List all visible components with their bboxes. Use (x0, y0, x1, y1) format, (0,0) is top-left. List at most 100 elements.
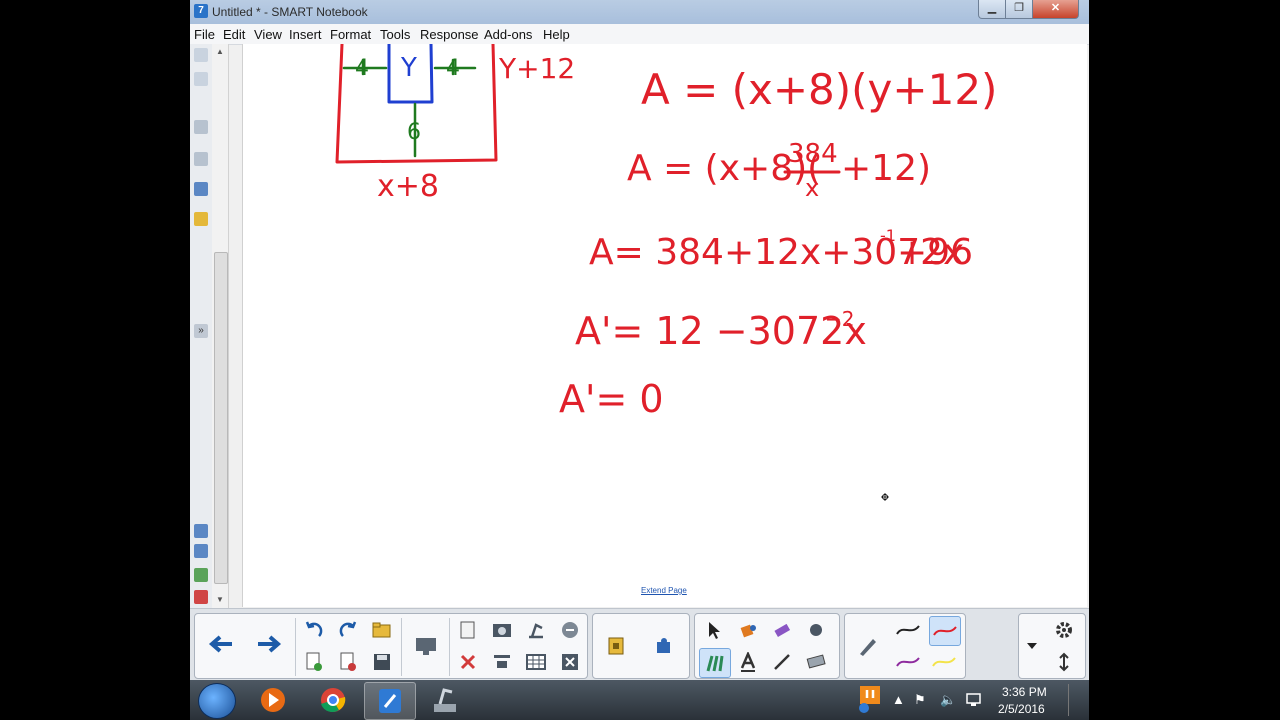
notebook-page-canvas[interactable]: 4 4 6 Y Y+12 x+8 A = (x+8)(y+12) A = (x+… (242, 42, 1087, 607)
equation-derivative: A'= 12 −3072x (575, 309, 867, 353)
tray-expand-icon[interactable]: ▲ (892, 692, 905, 707)
screen-capture-icon[interactable] (487, 616, 517, 644)
menu-view[interactable]: View (254, 27, 282, 42)
title-bar: 7 Untitled * - SMART Notebook ▁ ❐ ✕ (190, 0, 1089, 24)
taskbar-chrome[interactable] (308, 682, 358, 718)
redo-icon[interactable] (333, 616, 363, 644)
paste-icon[interactable] (453, 616, 483, 644)
right-margin-label: 4 (446, 56, 460, 81)
taskbar-smart-notebook[interactable] (364, 682, 416, 720)
taskbar-media-player[interactable] (248, 682, 298, 718)
equation-fraction-numerator: 384 (788, 139, 838, 169)
select-arrow-icon[interactable] (699, 616, 729, 644)
notification-warning-icon[interactable] (858, 684, 882, 717)
menu-insert[interactable]: Insert (289, 27, 322, 42)
line-icon[interactable] (767, 648, 797, 676)
document-camera-icon[interactable] (521, 616, 551, 644)
toolbar-group-settings (1018, 613, 1086, 679)
left-margin-label: 4 (355, 56, 369, 81)
display-icon[interactable] (487, 648, 517, 676)
menu-tools[interactable]: Tools (380, 27, 410, 42)
page-back-icon[interactable] (194, 524, 208, 538)
taskbar-document-camera[interactable] (420, 682, 470, 718)
extend-page-link[interactable]: Extend Page (641, 586, 687, 595)
forward-arrow-icon[interactable] (251, 630, 287, 658)
pen-black-icon[interactable] (893, 616, 923, 644)
menu-add-ons[interactable]: Add-ons (484, 27, 532, 42)
gallery-icon[interactable] (194, 72, 208, 86)
window-title: Untitled * - SMART Notebook (212, 5, 368, 19)
eraser-tool-icon[interactable] (801, 648, 831, 676)
clock-time[interactable]: 3:36 PM (1002, 685, 1047, 699)
expand-sidebar-icon[interactable]: » (194, 324, 208, 338)
menu-file[interactable]: File (194, 27, 215, 42)
scroll-up-icon[interactable]: ▲ (212, 44, 228, 60)
screen-shade-icon[interactable] (409, 632, 443, 660)
lesson-activity-icon[interactable] (601, 632, 631, 660)
add-page-side-icon[interactable] (194, 568, 208, 582)
attachments-icon[interactable] (194, 120, 208, 134)
clock-date[interactable]: 2/5/2016 (998, 702, 1045, 716)
page-sorter-icon[interactable] (194, 48, 208, 62)
tray-flag-icon[interactable]: ⚑ (914, 692, 926, 708)
menu-help[interactable]: Help (543, 27, 570, 42)
menu-edit[interactable]: Edit (223, 27, 245, 42)
equation-fraction-denominator: x (805, 174, 819, 202)
pen-yellow-icon[interactable] (929, 648, 959, 676)
page-forward-icon[interactable] (194, 544, 208, 558)
equation-derivative-zero: A'= 0 (559, 377, 664, 421)
menu-format[interactable]: Format (330, 27, 371, 42)
undo-icon[interactable] (299, 616, 329, 644)
move-toolbar-icon[interactable] (1049, 648, 1079, 676)
magic-pen-icon[interactable] (801, 616, 831, 644)
save-icon[interactable] (367, 648, 397, 676)
settings-icon[interactable] (1049, 616, 1079, 644)
equation-expanded-tail: +96 (897, 232, 973, 273)
dropdown-icon[interactable] (1021, 632, 1043, 660)
equation-substitution-suffix: +12) (841, 148, 931, 189)
table-icon[interactable] (521, 648, 551, 676)
toolbar-group-tools (694, 613, 840, 679)
tray-network-icon[interactable] (966, 692, 984, 711)
maximize-button[interactable]: ❐ (1005, 0, 1033, 19)
back-arrow-icon[interactable] (203, 630, 239, 658)
add-page-icon[interactable] (299, 648, 329, 676)
creative-pens-icon[interactable] (699, 648, 731, 678)
full-screen-icon[interactable] (555, 648, 585, 676)
smart-notebook-window: 7 Untitled * - SMART Notebook ▁ ❐ ✕ File… (190, 0, 1089, 720)
equation-area: A = (x+8)(y+12) (641, 65, 997, 114)
app-icon[interactable]: 7 (194, 4, 208, 18)
properties-pen-icon[interactable] (851, 632, 885, 660)
bottom-toolbar (190, 608, 1089, 681)
scroll-thumb[interactable] (214, 252, 228, 584)
properties-icon[interactable] (194, 152, 208, 166)
handwriting-layer: 4 4 6 Y Y+12 x+8 A = (x+8)(y+12) A = (x+… (335, 42, 997, 421)
addons-tab-icon[interactable] (194, 182, 208, 196)
minimize-button[interactable]: ▁ (978, 0, 1006, 19)
addon-puzzle-icon[interactable] (649, 632, 679, 660)
delete-page-side-icon[interactable] (194, 590, 208, 604)
windows-taskbar: ▲ ⚑ 🔈 3:36 PM 2/5/2016 (190, 680, 1089, 720)
text-icon[interactable] (733, 648, 763, 676)
show-desktop-button[interactable] (1068, 684, 1081, 716)
clear-page-icon[interactable] (555, 616, 585, 644)
delete-icon[interactable] (453, 648, 483, 676)
toolbar-group-main (194, 613, 588, 679)
cursor-crosshair-icon (881, 488, 889, 501)
pen-purple-icon[interactable] (893, 648, 923, 676)
close-button[interactable]: ✕ (1032, 0, 1079, 19)
eraser-icon[interactable] (767, 616, 797, 644)
vertical-scrollbar[interactable]: ▲ ▼ (212, 44, 229, 608)
menu-bar: File Edit View Insert Format Tools Respo… (190, 24, 1089, 45)
side-tab-strip: » (190, 44, 213, 608)
delete-page-icon[interactable] (333, 648, 363, 676)
lesson-activity-tab-icon[interactable] (194, 212, 208, 226)
tray-volume-icon[interactable]: 🔈 (940, 692, 956, 708)
menu-response[interactable]: Response (420, 27, 479, 42)
scroll-down-icon[interactable]: ▼ (212, 592, 228, 608)
toolbar-group-pen-styles (844, 613, 966, 679)
pen-red-icon[interactable] (929, 616, 961, 646)
start-button[interactable] (198, 683, 236, 719)
fill-bucket-icon[interactable] (733, 616, 763, 644)
open-folder-icon[interactable] (367, 616, 397, 644)
